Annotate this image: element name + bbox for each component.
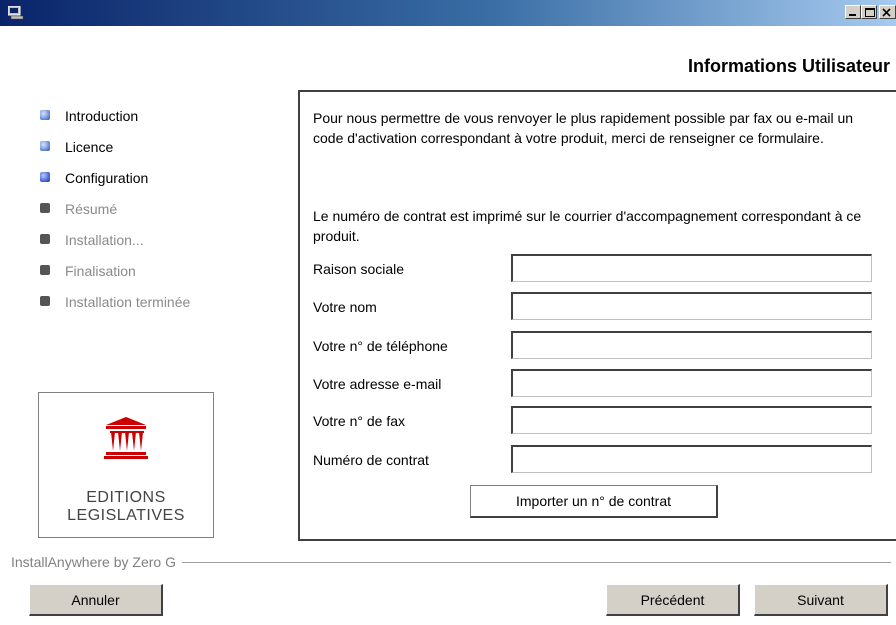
label-email: Votre adresse e-mail (313, 376, 442, 392)
maximize-button[interactable] (861, 5, 877, 19)
step-pending-bullet-icon (40, 296, 50, 306)
fax-input[interactable] (511, 406, 872, 434)
label-fax: Votre n° de fax (313, 413, 405, 429)
step-current-bullet-icon (40, 172, 50, 182)
step-pending-bullet-icon (40, 265, 50, 275)
step-installation: Installation... (40, 230, 190, 261)
email-input[interactable] (511, 369, 872, 397)
step-configuration: Configuration (40, 168, 190, 199)
publisher-logo: EDITIONS LEGISLATIVES (38, 392, 214, 538)
label-nom: Votre nom (313, 299, 377, 315)
label-contrat: Numéro de contrat (313, 452, 429, 468)
previous-button[interactable]: Précédent (606, 584, 740, 616)
import-contract-button[interactable]: Importer un n° de contrat (470, 485, 718, 518)
telephone-input[interactable] (511, 331, 872, 359)
temple-logo-icon (104, 417, 148, 459)
logo-line-2: LEGISLATIVES (67, 507, 185, 524)
close-button[interactable] (879, 5, 896, 19)
step-introduction: Introduction (40, 106, 190, 137)
nom-input[interactable] (511, 292, 872, 320)
step-resume: Résumé (40, 199, 190, 230)
step-installation-terminee: Installation terminée (40, 292, 190, 323)
step-label: Installation... (65, 232, 144, 248)
step-label: Licence (65, 139, 114, 155)
step-label: Introduction (65, 108, 139, 124)
next-button[interactable]: Suivant (754, 584, 888, 616)
page-title: Informations Utilisateur (687, 56, 890, 76)
step-finalisation: Finalisation (40, 261, 190, 292)
step-licence: Licence (40, 137, 190, 168)
minimize-button[interactable] (845, 5, 861, 19)
maximize-icon (865, 8, 875, 17)
installer-brand: InstallAnywhere by Zero G (11, 554, 182, 570)
close-icon (882, 8, 891, 17)
raison-sociale-input[interactable] (511, 254, 872, 282)
logo-line-1: EDITIONS (86, 489, 166, 506)
step-pending-bullet-icon (40, 203, 50, 213)
step-pending-bullet-icon (40, 234, 50, 244)
step-label: Configuration (65, 170, 149, 186)
cancel-button[interactable]: Annuler (29, 584, 163, 616)
title-bar[interactable] (0, 0, 896, 26)
contrat-input[interactable] (511, 445, 872, 473)
app-icon[interactable] (7, 5, 24, 20)
step-list: Introduction Licence Configuration Résum… (40, 106, 190, 323)
intro-text: Pour nous permettre de vous renvoyer le … (313, 110, 854, 146)
label-raison-sociale: Raison sociale (313, 261, 405, 277)
minimize-icon (849, 14, 856, 16)
step-done-bullet-icon (40, 141, 50, 151)
step-label: Finalisation (65, 263, 136, 279)
label-telephone: Votre n° de téléphone (313, 338, 448, 354)
step-label: Résumé (65, 201, 118, 217)
step-done-bullet-icon (40, 110, 50, 120)
contract-note: Le numéro de contrat est imprimé sur le … (313, 208, 862, 244)
step-label: Installation terminée (65, 294, 191, 310)
